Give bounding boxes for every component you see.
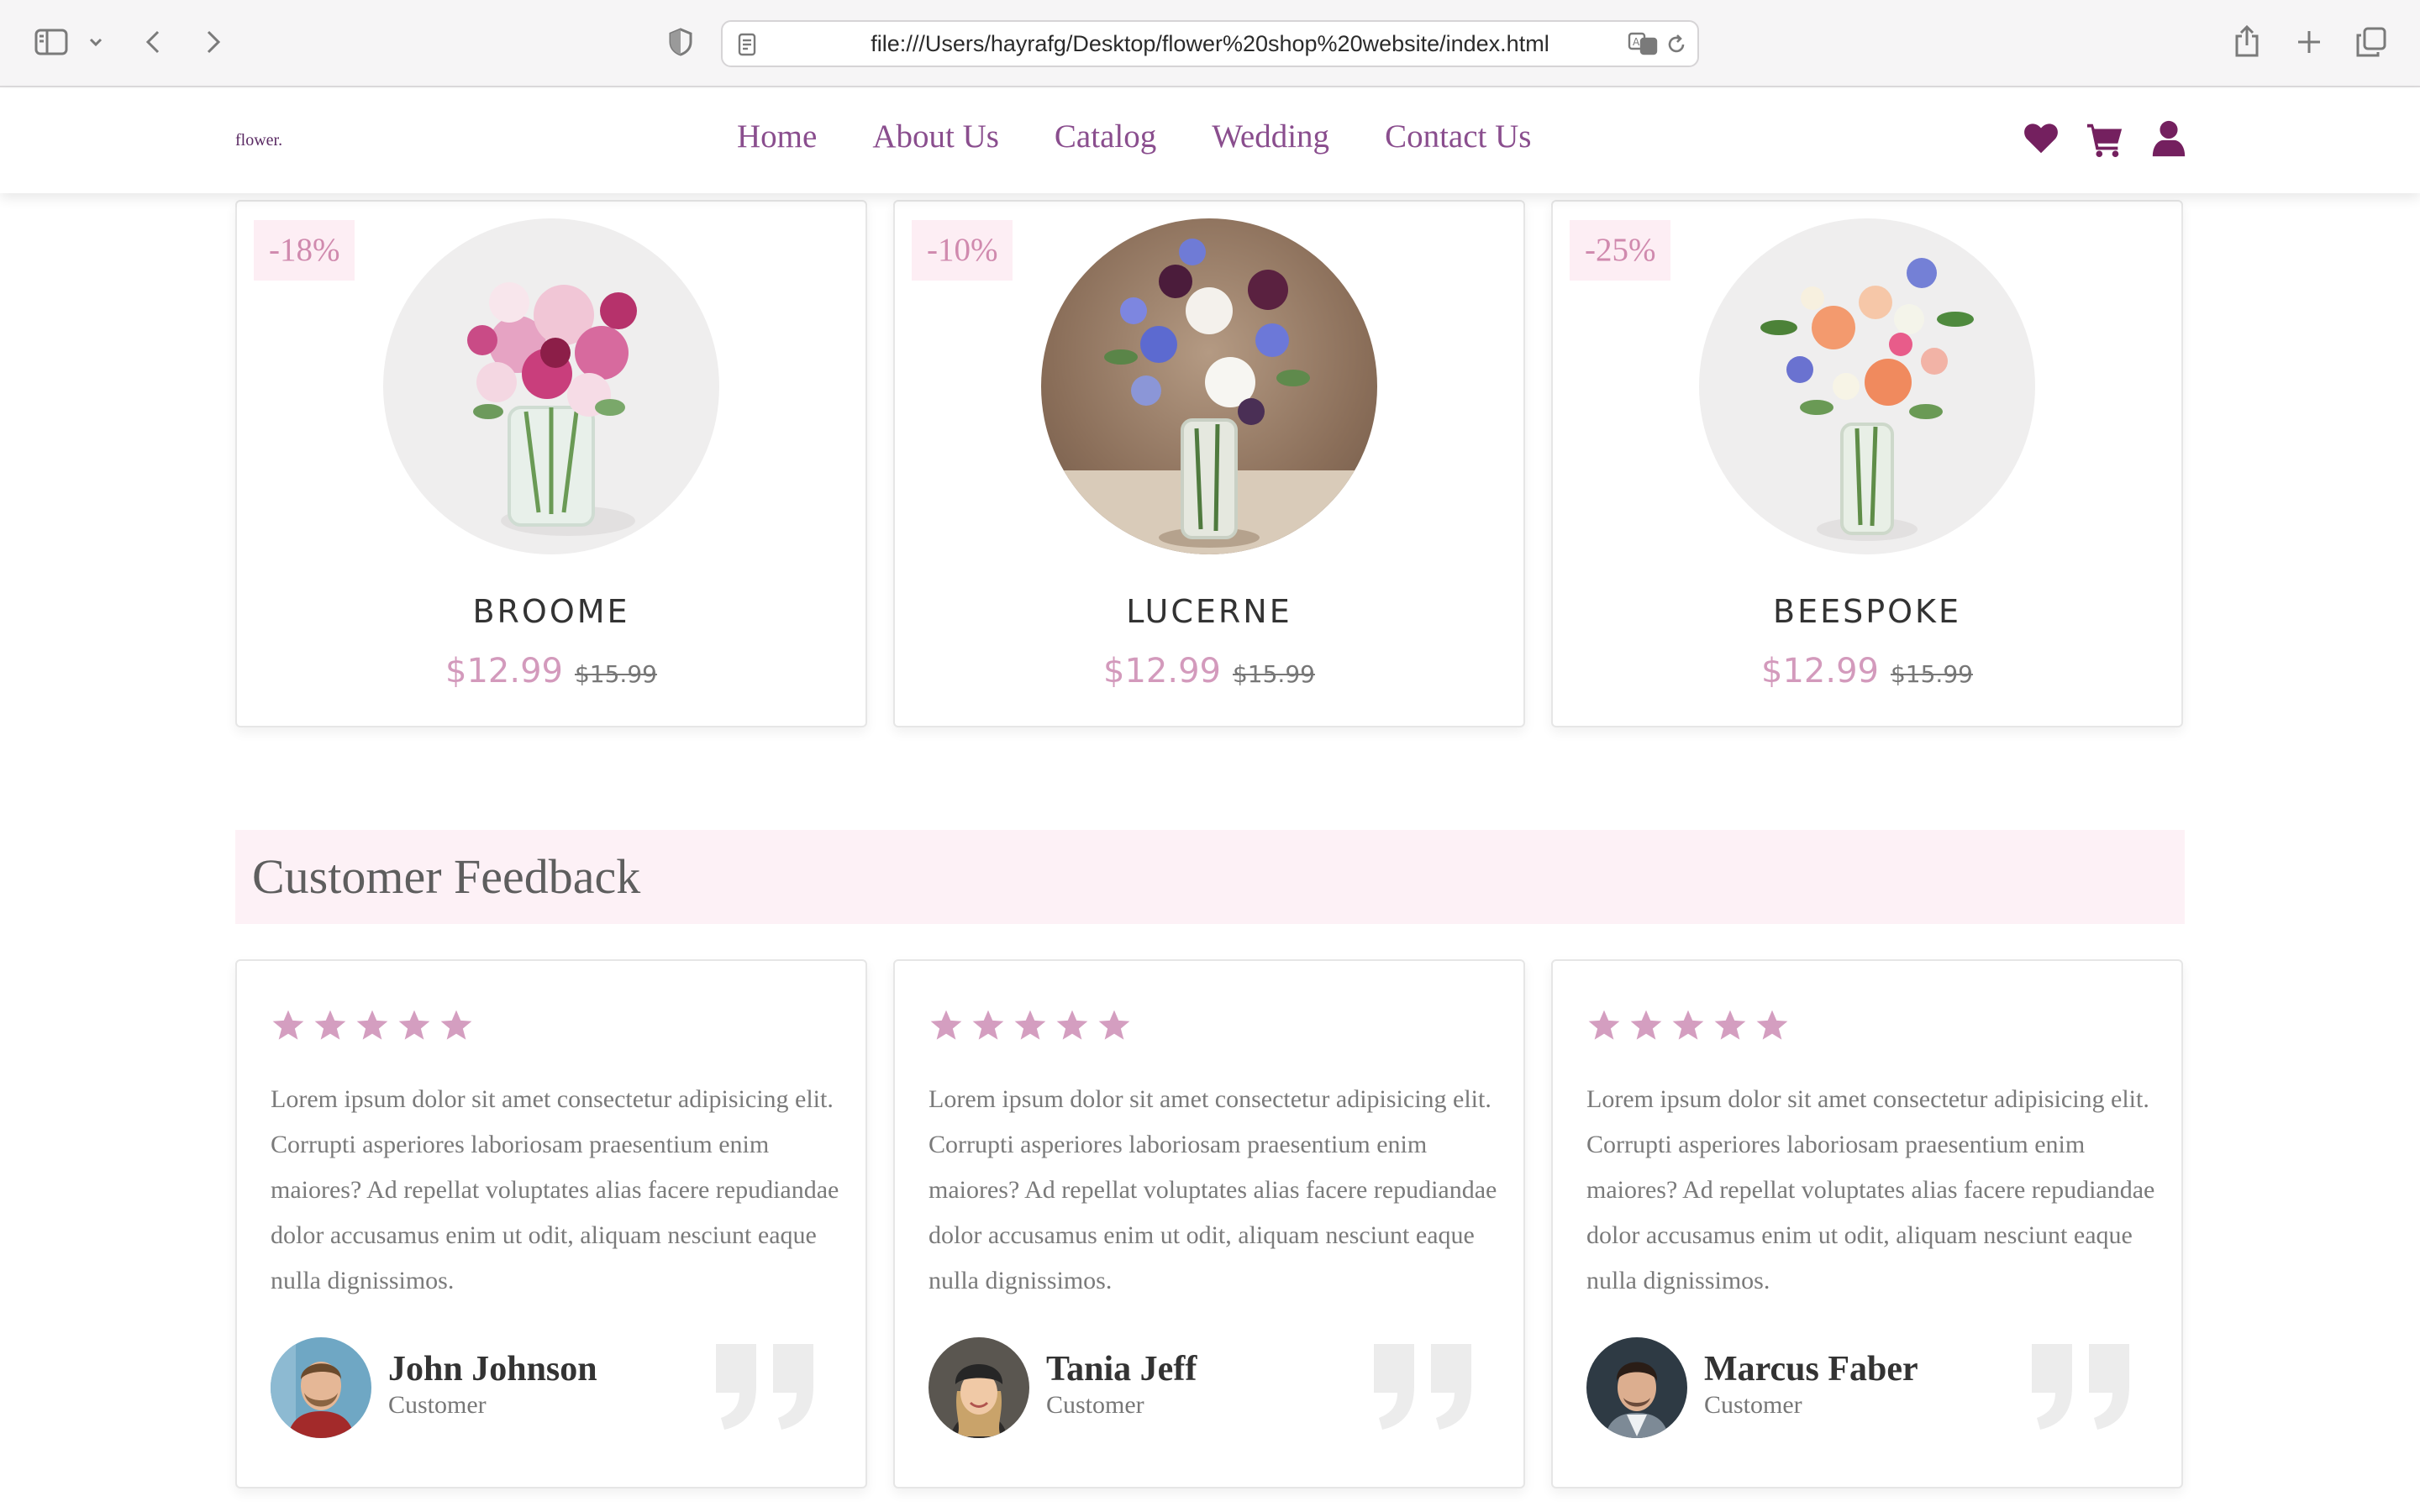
review-text: Lorem ipsum dolor sit amet consectetur a… (271, 1085, 839, 1294)
star-icon (271, 1008, 306, 1043)
product-image-broome (383, 218, 719, 554)
reviewer-role: Customer (388, 1391, 487, 1419)
avatar (929, 1337, 1029, 1438)
tab-overview-icon[interactable] (2354, 25, 2388, 59)
nav-wedding[interactable]: Wedding (1212, 114, 1329, 160)
main-nav: Home About Us Catalog Wedding Contact Us (737, 114, 1531, 160)
product-card-lucerne[interactable]: -10% LUCERNE $12.99 $15.99 (893, 200, 1525, 727)
product-name: LUCERNE (1126, 593, 1292, 630)
new-tab-icon[interactable] (2292, 25, 2326, 59)
price-row: $12.99 $15.99 (237, 652, 865, 690)
section-title: Customer Feedback (252, 849, 641, 904)
quote-icon (2028, 1341, 2133, 1431)
original-price: $15.99 (1890, 660, 1973, 688)
discount-badge: -18% (254, 220, 355, 281)
product-name: BROOME (472, 593, 630, 630)
star-icon (1055, 1008, 1090, 1043)
translate-icon[interactable]: A (1627, 30, 1660, 57)
star-icon (971, 1008, 1006, 1043)
review-card: Lorem ipsum dolor sit amet consectetur a… (1551, 959, 2183, 1488)
cart-icon[interactable] (2086, 119, 2124, 158)
current-price: $12.99 (1761, 652, 1879, 690)
product-image-beespoke (1699, 218, 2035, 554)
price-row: $12.99 $15.99 (895, 652, 1523, 690)
product-card-beespoke[interactable]: -25% BEESPOKE $12.99 $15.99 (1551, 200, 2183, 727)
privacy-shield-icon[interactable] (664, 25, 697, 59)
reload-icon[interactable] (1664, 32, 1689, 57)
quote-icon (1370, 1341, 1475, 1431)
star-icon (1013, 1008, 1048, 1043)
quote-icon (713, 1341, 817, 1431)
reviewer-name: John Johnson (388, 1350, 597, 1389)
star-rating (1586, 1008, 1790, 1043)
user-icon[interactable] (2149, 119, 2188, 158)
url-text: file:///Users/hayrafg/Desktop/flower%20s… (871, 31, 1549, 56)
star-icon (1712, 1008, 1748, 1043)
review-card: Lorem ipsum dolor sit amet consectetur a… (893, 959, 1525, 1488)
logo[interactable]: flower. (235, 131, 282, 150)
nav-catalog[interactable]: Catalog (1055, 114, 1156, 160)
browser-toolbar: file:///Users/hayrafg/Desktop/flower%20s… (0, 0, 2420, 87)
nav-contact-us[interactable]: Contact Us (1385, 114, 1531, 160)
svg-text:A: A (1633, 36, 1640, 48)
current-price: $12.99 (445, 652, 563, 690)
price-row: $12.99 $15.99 (1553, 652, 2181, 690)
star-icon (439, 1008, 474, 1043)
star-icon (1754, 1008, 1790, 1043)
product-image-lucerne (1041, 218, 1377, 554)
avatar (1586, 1337, 1687, 1438)
star-icon (397, 1008, 432, 1043)
star-icon (1628, 1008, 1664, 1043)
current-price: $12.99 (1103, 652, 1221, 690)
avatar (271, 1337, 371, 1438)
star-rating (929, 1008, 1132, 1043)
share-icon[interactable] (2230, 22, 2264, 60)
discount-badge: -25% (1570, 220, 1671, 281)
reviewer-role: Customer (1046, 1391, 1144, 1419)
discount-badge: -10% (912, 220, 1013, 281)
review-text: Lorem ipsum dolor sit amet consectetur a… (1586, 1085, 2155, 1294)
header-actions (2022, 119, 2188, 158)
star-icon (1586, 1008, 1622, 1043)
star-icon (929, 1008, 964, 1043)
review-text: Lorem ipsum dolor sit amet consectetur a… (929, 1085, 1497, 1294)
reviewer-role: Customer (1704, 1391, 1802, 1419)
back-arrow-icon[interactable] (138, 25, 168, 59)
star-icon (313, 1008, 348, 1043)
product-card-broome[interactable]: -18% BROOME $12.99 $15.99 (235, 200, 867, 727)
site-header: flower. Home About Us Catalog Wedding Co… (0, 89, 2420, 193)
star-rating (271, 1008, 474, 1043)
original-price: $15.99 (574, 660, 657, 688)
reviewer-name: Tania Jeff (1046, 1350, 1197, 1389)
nav-about-us[interactable]: About Us (872, 114, 999, 160)
nav-home[interactable]: Home (737, 114, 817, 160)
sidebar-toggle-icon[interactable] (32, 25, 71, 59)
product-name: BEESPOKE (1773, 593, 1961, 630)
address-bar[interactable]: file:///Users/hayrafg/Desktop/flower%20s… (721, 20, 1699, 67)
star-icon (1097, 1008, 1132, 1043)
star-icon (1670, 1008, 1706, 1043)
reviewer-name: Marcus Faber (1704, 1350, 1918, 1389)
forward-arrow-icon[interactable] (198, 25, 229, 59)
heart-icon[interactable] (2022, 119, 2060, 158)
star-icon (355, 1008, 390, 1043)
original-price: $15.99 (1232, 660, 1315, 688)
feedback-heading-bar: Customer Feedback (235, 830, 2185, 924)
chevron-down-icon[interactable] (86, 32, 106, 52)
review-card: Lorem ipsum dolor sit amet consectetur a… (235, 959, 867, 1488)
